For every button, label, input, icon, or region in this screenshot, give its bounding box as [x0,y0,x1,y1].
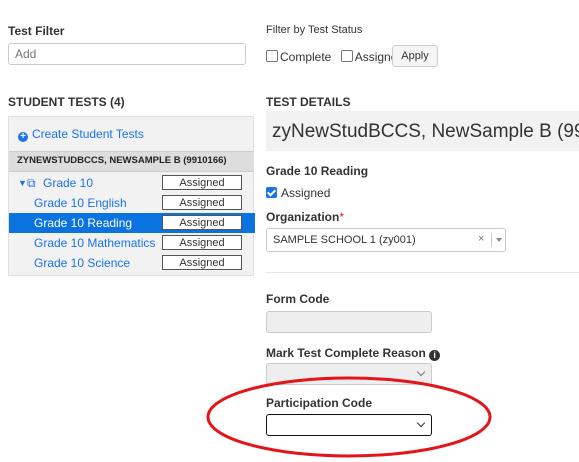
tree-item-grade-10-mathematics[interactable]: Grade 10 Mathematics Assigned [9,233,255,253]
participation-code-label: Participation Code [266,396,373,410]
create-student-tests-link[interactable]: + Create Student Tests [18,127,144,142]
chevron-down-icon [416,367,426,377]
participation-code-select[interactable] [266,414,432,436]
plus-circle-icon: + [18,132,28,142]
dropdown-toggle[interactable] [491,233,505,247]
mark-complete-reason-label: Mark Test Complete Reason i [266,346,441,361]
student-display-banner: zyNewStudBCCS, NewSample B (9910166) [266,111,579,151]
complete-checkbox[interactable] [266,50,278,62]
status-filter-options: Complete Assigned [266,50,404,64]
tree-item-grade-10-english[interactable]: Grade 10 English Assigned [9,193,255,213]
apply-button[interactable]: Apply [392,45,438,67]
status-badge: Assigned [162,255,242,270]
test-details-heading: TEST DETAILS [266,95,351,109]
test-name: Grade 10 Reading [266,164,369,178]
status-filter-label: Filter by Test Status [266,24,363,36]
student-header-row: ZYNEWSTUDBCCS, NEWSAMPLE B (9910166) [9,151,253,172]
assigned-filter-checkbox[interactable] [340,50,353,62]
student-display-name: zyNewStudBCCS, NewSample B (9910166) [272,121,579,142]
form-code-field [266,311,432,333]
status-badge: Assigned [162,235,242,250]
tree-group-label: Grade 10 [43,176,94,190]
chevron-down-icon [416,418,426,428]
divider [266,272,579,273]
student-tests-heading: STUDENT TESTS (4) [8,95,125,109]
copy-icon: ⧉ [27,176,36,190]
organization-value: SAMPLE SCHOOL 1 (zy001) [273,234,416,246]
organization-label: Organization* [266,210,345,224]
info-icon: i [429,350,441,361]
organization-select[interactable]: SAMPLE SCHOOL 1 (zy001) × [266,228,506,252]
caret-down-icon: ▼ [18,178,27,188]
complete-label: Complete [280,50,332,64]
tree-item-label: Grade 10 Mathematics [34,236,156,250]
required-mark: * [339,210,345,224]
tree-item-label: Grade 10 Science [34,256,131,270]
tree-item-grade-10-science[interactable]: Grade 10 Science Assigned [9,253,255,273]
clear-icon[interactable]: × [478,233,484,245]
status-badge: Assigned [162,175,242,190]
test-filter-label: Test Filter [8,24,65,38]
test-filter-input[interactable] [8,43,246,65]
tree-item-label: Grade 10 English [34,196,127,210]
status-badge: Assigned [162,195,242,210]
student-tests-panel: + Create Student Tests ZYNEWSTUDBCCS, NEW… [8,116,255,276]
student-name: ZYNEWSTUDBCCS, NEWSAMPLE B (9910166) [17,155,227,166]
caret-down-icon [496,238,502,242]
status-badge: Assigned [162,215,242,230]
tree-item-grade-10-reading[interactable]: Grade 10 Reading Assigned [9,213,255,233]
tree-group-grade-10[interactable]: ▼ ⧉ Grade 10 Assigned [9,173,255,193]
mark-complete-reason-select [266,363,432,385]
assigned-checkbox-row: Assigned [266,186,330,200]
form-code-label: Form Code [266,292,330,306]
assigned-label: Assigned [281,186,331,200]
create-student-tests-label: Create Student Tests [32,127,144,141]
tree-item-label: Grade 10 Reading [34,216,133,230]
assigned-checkbox[interactable] [266,187,277,198]
